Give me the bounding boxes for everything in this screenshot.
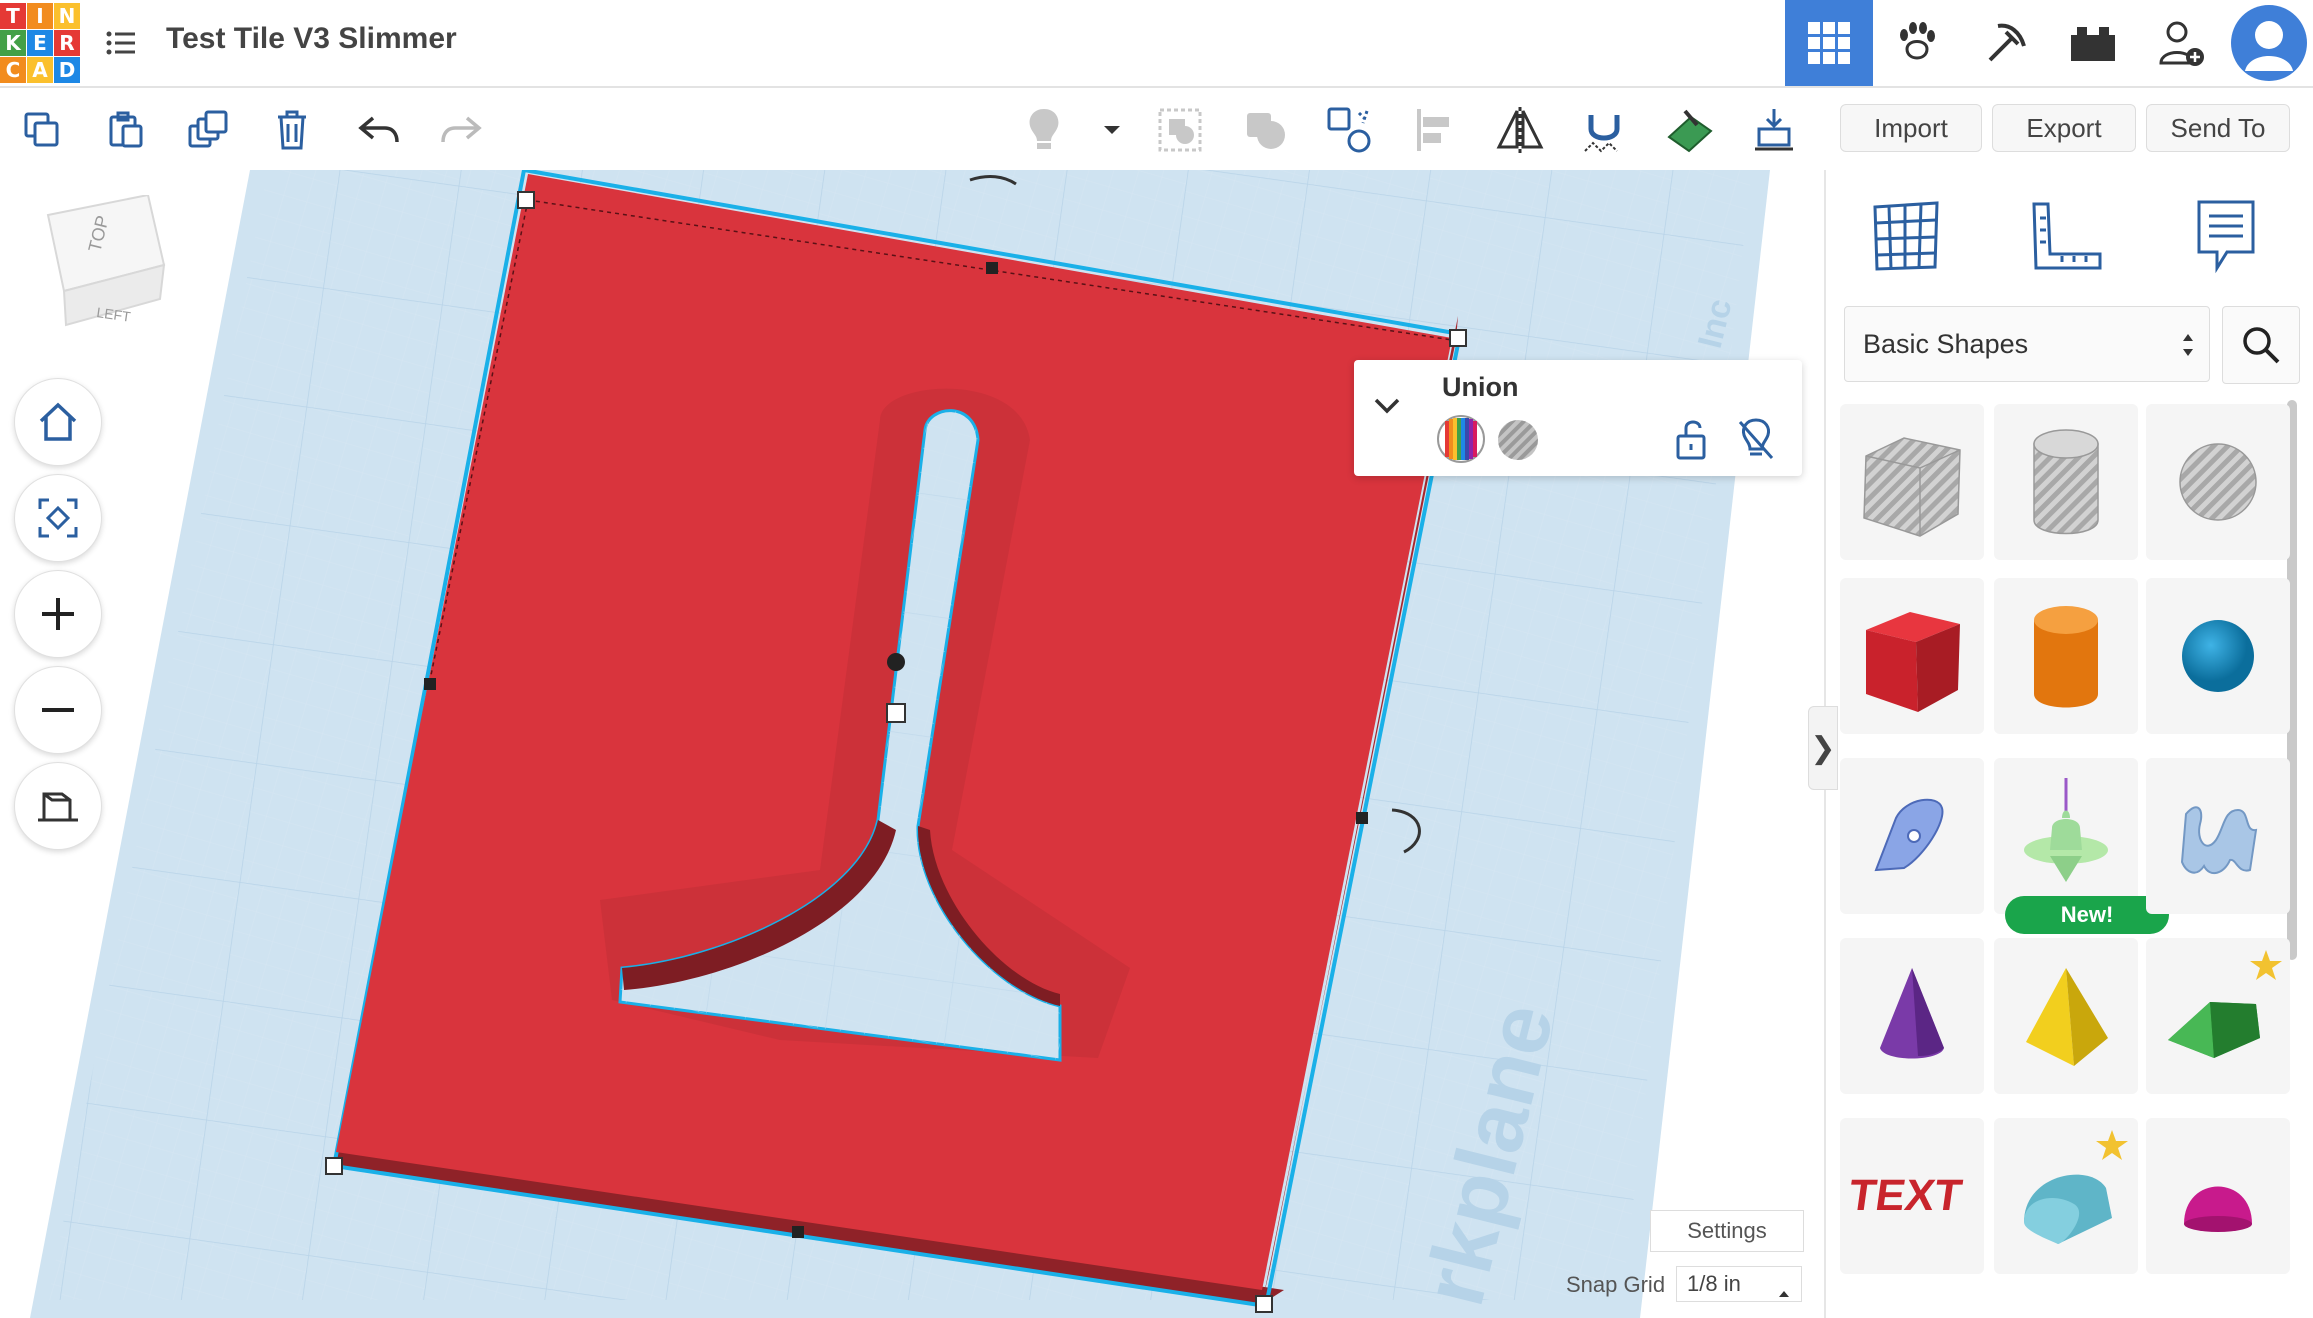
search-icon — [2243, 327, 2280, 364]
pickaxe-icon[interactable] — [1961, 0, 2049, 86]
zoom-in-button[interactable] — [14, 570, 102, 658]
snap-grid-value: 1/8 in — [1687, 1271, 1741, 1296]
shape-spinner[interactable] — [1994, 758, 2138, 914]
perspective-button[interactable] — [14, 762, 102, 850]
tinkercad-logo[interactable]: T I N K E R C A D — [0, 3, 80, 83]
logo-letter: E — [27, 30, 53, 56]
dropdown-icon[interactable] — [1084, 102, 1140, 158]
user-avatar-icon[interactable] — [2225, 0, 2313, 86]
toolbar: Import Export Send To — [0, 88, 2313, 170]
ruler-icon[interactable] — [2026, 196, 2106, 276]
shape-category-select[interactable]: Basic Shapes — [1844, 306, 2210, 382]
export-button[interactable]: Export — [1992, 104, 2136, 152]
redo-icon[interactable] — [434, 102, 490, 158]
3d-viewport[interactable]: rkplane Inc TOP LEFT Union — [0, 170, 1824, 1318]
logo-letter: N — [54, 3, 80, 29]
align-icon[interactable] — [1408, 102, 1464, 158]
design-title[interactable]: Test Tile V3 Slimmer — [166, 22, 457, 56]
new-badge: New! — [2005, 896, 2169, 934]
settings-button[interactable]: Settings — [1650, 1210, 1804, 1252]
union-icon[interactable] — [1238, 102, 1294, 158]
grid-view-icon[interactable] — [1785, 0, 1873, 86]
shape-inspector: Union — [1354, 360, 1802, 476]
send-to-button[interactable]: Send To — [2146, 104, 2290, 152]
logo-letter: T — [0, 3, 26, 29]
view-cube[interactable]: TOP LEFT — [40, 193, 170, 345]
star-icon — [2248, 948, 2284, 984]
shape-cylinder-hole[interactable] — [1994, 404, 2138, 560]
zoom-out-button[interactable] — [14, 666, 102, 754]
logo-letter: A — [27, 57, 53, 83]
logo-letter: I — [27, 3, 53, 29]
workplane-scene[interactable]: rkplane Inc — [0, 170, 1824, 1318]
import-button[interactable]: Import — [1840, 104, 1982, 152]
logo-letter: K — [0, 30, 26, 56]
chevron-right-icon: ❯ — [1810, 731, 1836, 765]
logo-letter: D — [54, 57, 80, 83]
cruise-icon[interactable] — [1322, 102, 1378, 158]
add-user-icon[interactable] — [2137, 0, 2225, 86]
magnet-icon[interactable] — [1576, 102, 1632, 158]
notes-icon[interactable] — [2186, 196, 2266, 276]
fit-view-icon — [38, 498, 78, 538]
shape-box[interactable] — [1840, 578, 1984, 734]
shape-text-3d[interactable] — [2146, 758, 2290, 914]
bricks-icon[interactable] — [2049, 0, 2137, 86]
paste-icon[interactable] — [98, 102, 154, 158]
hide-light-icon[interactable] — [1734, 416, 1778, 462]
shape-text[interactable]: TEXT — [1840, 1118, 1984, 1274]
shape-sphere[interactable] — [2146, 578, 2290, 734]
svg-text:TEXT: TEXT — [1846, 1171, 1965, 1220]
collapse-panel-button[interactable]: ❯ — [1808, 706, 1838, 790]
snap-grid-select[interactable]: 1/8 in — [1676, 1266, 1802, 1302]
top-bar: T I N K E R C A D Test Tile V3 Slimmer — [0, 0, 2313, 88]
home-icon — [39, 402, 77, 441]
rainbow-color-icon[interactable] — [1436, 414, 1486, 464]
shape-half-sphere[interactable] — [2146, 1118, 2290, 1274]
select-arrows-icon — [2181, 331, 2195, 366]
workplane-icon[interactable] — [1662, 102, 1718, 158]
chevron-down-icon[interactable] — [1372, 396, 1404, 426]
shape-sphere-hole[interactable] — [2146, 404, 2290, 560]
light-bulb-icon[interactable] — [1016, 102, 1072, 158]
search-button[interactable] — [2222, 306, 2300, 384]
undo-icon[interactable] — [350, 102, 406, 158]
snap-grid-label: Snap Grid — [1566, 1272, 1666, 1297]
star-icon — [2094, 1128, 2130, 1164]
logo-letter: R — [54, 30, 80, 56]
perspective-icon — [38, 792, 78, 822]
hole-pattern-icon[interactable] — [1496, 418, 1540, 462]
logo-letter: C — [0, 57, 26, 83]
copy-icon[interactable] — [14, 102, 70, 158]
caret-up-icon — [1777, 1279, 1791, 1305]
shape-category-value: Basic Shapes — [1863, 328, 2029, 359]
group-icon[interactable] — [1152, 102, 1208, 158]
zoom-out-icon — [42, 708, 74, 712]
shape-scribble[interactable] — [1840, 758, 1984, 914]
drop-icon[interactable] — [1746, 102, 1802, 158]
inspector-title: Union — [1442, 372, 1519, 402]
grid-icon[interactable] — [1866, 196, 1946, 276]
fit-view-button[interactable] — [14, 474, 102, 562]
shape-pyramid[interactable] — [1994, 938, 2138, 1094]
list-menu-icon[interactable] — [104, 26, 138, 60]
zoom-in-icon — [42, 598, 74, 630]
paw-icon[interactable] — [1873, 0, 1961, 86]
shape-box-hole[interactable] — [1840, 404, 1984, 560]
home-view-button[interactable] — [14, 378, 102, 466]
duplicate-icon[interactable] — [180, 102, 236, 158]
lock-open-icon[interactable] — [1674, 416, 1714, 462]
mirror-icon[interactable] — [1492, 102, 1548, 158]
shape-cone[interactable] — [1840, 938, 1984, 1094]
delete-icon[interactable] — [264, 102, 320, 158]
svg-text:LEFT: LEFT — [96, 304, 133, 325]
shape-cylinder[interactable] — [1994, 578, 2138, 734]
